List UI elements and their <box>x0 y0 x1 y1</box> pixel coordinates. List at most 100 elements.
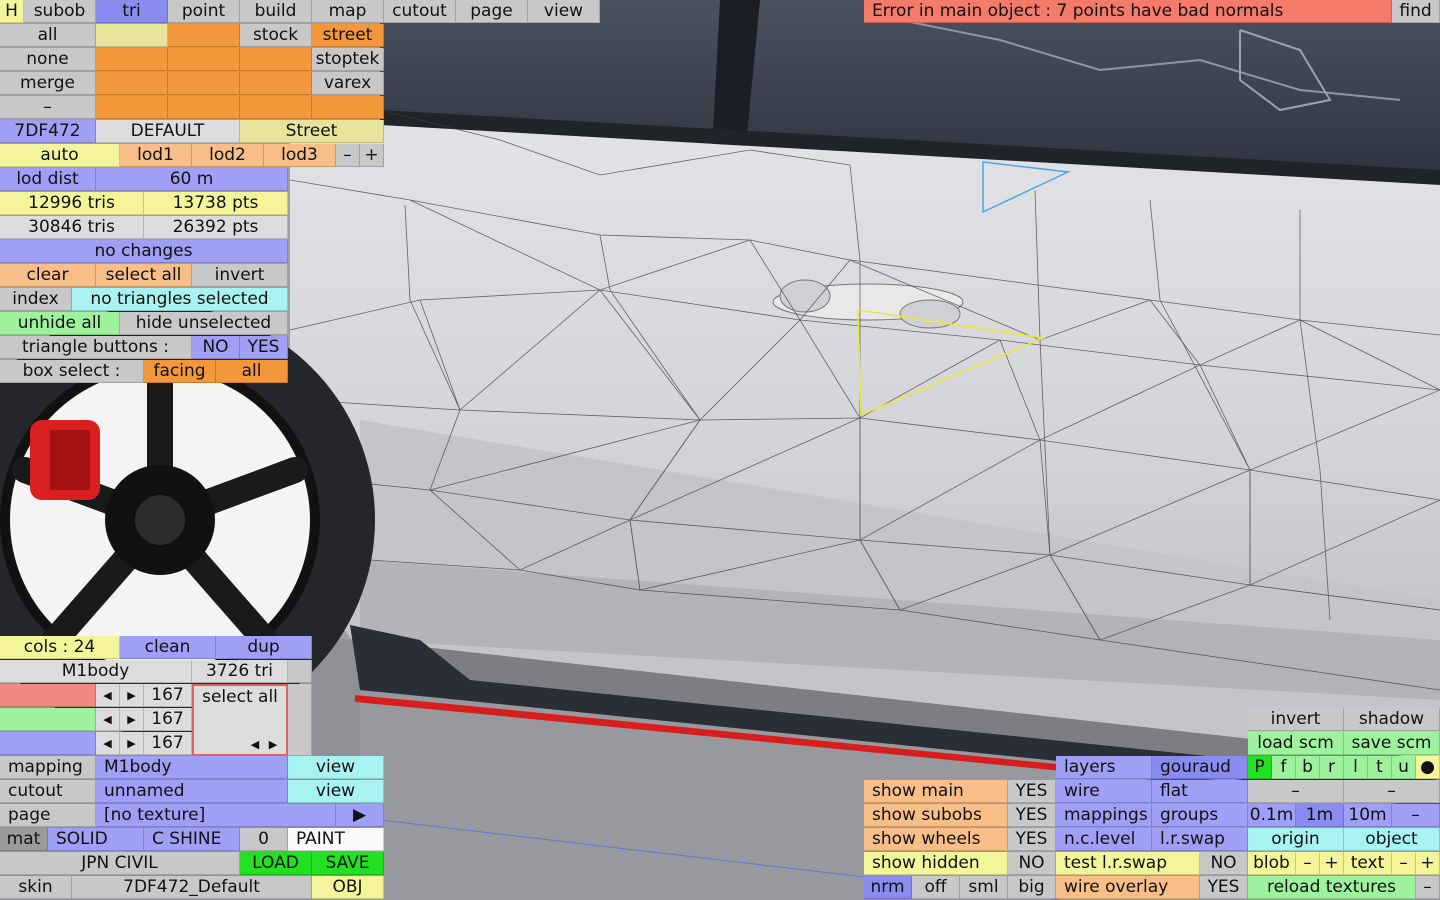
text-plus-button[interactable]: + <box>1416 852 1440 875</box>
stoptek-button[interactable]: stoptek <box>312 48 384 71</box>
load-button[interactable]: LOAD <box>240 852 312 875</box>
view-b-button[interactable]: b <box>1296 756 1320 779</box>
varex-button[interactable]: varex <box>312 72 384 95</box>
unhide-all-button[interactable]: unhide all <box>0 312 120 335</box>
big-button[interactable]: big <box>1008 876 1056 899</box>
lod3-button[interactable]: lod3 <box>264 144 336 167</box>
arrow-left-icon[interactable]: ◀ <box>96 732 120 755</box>
play-icon[interactable]: ▶ <box>336 804 384 827</box>
step-1m-button[interactable]: 1m <box>1296 804 1344 827</box>
paint-button[interactable]: PAINT <box>288 828 384 851</box>
nc-level-button[interactable]: n.c.level <box>1056 828 1152 851</box>
mappings-button[interactable]: mappings <box>1056 804 1152 827</box>
arrow-right-icon[interactable]: ▶ <box>120 684 144 707</box>
swatch-cell[interactable] <box>168 96 240 119</box>
show-subobs-label[interactable]: show subobs <box>864 804 1008 827</box>
view-f-button[interactable]: f <box>1272 756 1296 779</box>
color-swatch-green[interactable] <box>0 708 96 731</box>
tab-h[interactable]: H <box>0 0 24 23</box>
arrow-left-icon[interactable]: ◀ <box>96 708 120 731</box>
default-button[interactable]: DEFAULT <box>96 120 240 143</box>
solid-button[interactable]: SOLID <box>48 828 144 851</box>
skin-value[interactable]: 7DF472_Default <box>72 876 312 899</box>
swatch-cell[interactable] <box>96 96 168 119</box>
show-main-label[interactable]: show main <box>864 780 1008 803</box>
object-button[interactable]: object <box>1344 828 1440 851</box>
sml-button[interactable]: sml <box>960 876 1008 899</box>
lod-plus-button[interactable]: + <box>360 144 384 167</box>
scrollbar[interactable] <box>288 660 312 683</box>
save-button[interactable]: SAVE <box>312 852 384 875</box>
dup-button[interactable]: dup <box>216 636 312 659</box>
select-all-material-button[interactable]: select all <box>194 686 286 708</box>
swatch-cell[interactable] <box>168 24 240 47</box>
tri-buttons-no[interactable]: NO <box>192 336 240 359</box>
view-t-button[interactable]: t <box>1368 756 1392 779</box>
shine-button[interactable]: C SHINE <box>144 828 240 851</box>
blob-button[interactable]: blob <box>1248 852 1296 875</box>
box-select-all[interactable]: all <box>216 360 288 383</box>
show-hidden-label[interactable]: show hidden <box>864 852 1008 875</box>
hide-unselected-button[interactable]: hide unselected <box>120 312 288 335</box>
swatch-cell[interactable] <box>96 24 168 47</box>
index-button[interactable]: index <box>0 288 72 311</box>
off-button[interactable]: off <box>912 876 960 899</box>
show-wheels-label[interactable]: show wheels <box>864 828 1008 851</box>
clean-button[interactable]: clean <box>120 636 216 659</box>
lod2-button[interactable]: lod2 <box>192 144 264 167</box>
swatch-cell[interactable] <box>168 48 240 71</box>
color-swatch-red[interactable] <box>0 684 96 707</box>
material-preview[interactable]: select all ◀ ▶ <box>192 684 288 756</box>
preset-name[interactable]: JPN CIVIL <box>0 852 240 875</box>
dash-button[interactable]: – <box>1248 780 1344 803</box>
tab-subob[interactable]: subob <box>24 0 96 23</box>
invert-selection-button[interactable]: invert <box>192 264 288 287</box>
scrollbar-track[interactable] <box>288 684 312 756</box>
nrm-button[interactable]: nrm <box>864 876 912 899</box>
step-10m-button[interactable]: 10m <box>1344 804 1392 827</box>
red-value[interactable]: 167 <box>144 684 192 707</box>
box-select-facing[interactable]: facing <box>144 360 216 383</box>
mapping-value[interactable]: M1body <box>96 756 288 779</box>
text-minus-button[interactable]: – <box>1392 852 1416 875</box>
wire-button[interactable]: wire <box>1056 780 1152 803</box>
dash-button[interactable]: – <box>0 96 96 119</box>
select-all-tris-button[interactable]: select all <box>96 264 192 287</box>
variant-button[interactable]: Street <box>240 120 384 143</box>
find-button[interactable]: find <box>1392 0 1440 23</box>
tab-build[interactable]: build <box>240 0 312 23</box>
obj-button[interactable]: OBJ <box>312 876 384 899</box>
tab-cutout[interactable]: cutout <box>384 0 456 23</box>
clear-button[interactable]: clear <box>0 264 96 287</box>
layers-button[interactable]: layers <box>1056 756 1152 779</box>
tab-page[interactable]: page <box>456 0 528 23</box>
cutout-value[interactable]: unnamed <box>96 780 288 803</box>
cutout-view-button[interactable]: view <box>288 780 384 803</box>
show-wheels-toggle[interactable]: YES <box>1008 828 1056 851</box>
color-swatch-blue[interactable] <box>0 732 96 755</box>
blob-minus-button[interactable]: – <box>1296 852 1320 875</box>
step-dash-button[interactable]: – <box>1392 804 1440 827</box>
swatch-cell[interactable] <box>168 72 240 95</box>
arrow-left-icon[interactable]: ◀ <box>246 736 264 754</box>
tab-tri[interactable]: tri <box>96 0 168 23</box>
lod-minus-button[interactable]: – <box>336 144 360 167</box>
select-none-button[interactable]: none <box>0 48 96 71</box>
view-r-button[interactable]: r <box>1320 756 1344 779</box>
mapping-view-button[interactable]: view <box>288 756 384 779</box>
arrow-right-icon[interactable]: ▶ <box>264 736 282 754</box>
lod1-button[interactable]: lod1 <box>120 144 192 167</box>
blue-value[interactable]: 167 <box>144 732 192 755</box>
shadow-button[interactable]: shadow <box>1344 708 1440 731</box>
reload-textures-button[interactable]: reload textures <box>1248 876 1416 899</box>
view-l-button[interactable]: l <box>1344 756 1368 779</box>
arrow-left-icon[interactable]: ◀ <box>96 684 120 707</box>
stock-button[interactable]: stock <box>240 24 312 47</box>
lr-swap-button[interactable]: l.r.swap <box>1152 828 1248 851</box>
swatch-cell[interactable] <box>96 72 168 95</box>
lod-dist-value[interactable]: 60 m <box>96 168 288 191</box>
swatch-cell[interactable] <box>96 48 168 71</box>
groups-button[interactable]: groups <box>1152 804 1248 827</box>
tab-map[interactable]: map <box>312 0 384 23</box>
origin-button[interactable]: origin <box>1248 828 1344 851</box>
